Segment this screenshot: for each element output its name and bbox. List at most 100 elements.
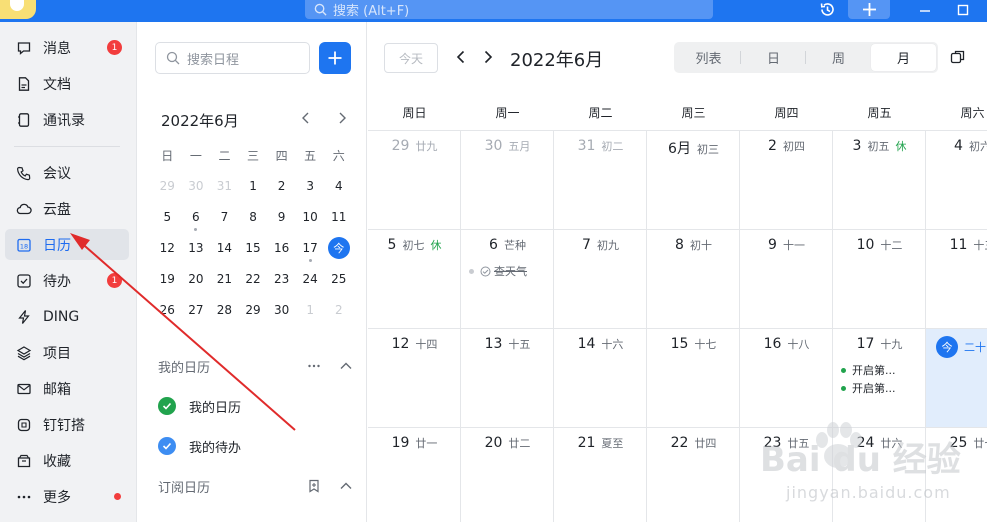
calendar-day-cell[interactable]: 21 夏至 bbox=[554, 428, 647, 522]
new-event-button[interactable] bbox=[319, 42, 351, 74]
calendar-day-cell[interactable]: 6 芒种 查天气 bbox=[461, 230, 554, 329]
calendar-day-cell[interactable]: 4 初六 bbox=[926, 131, 987, 230]
nav-item-favorites[interactable]: 收藏 bbox=[5, 445, 129, 476]
calendar-day-cell[interactable]: 7 初九 bbox=[554, 230, 647, 329]
mini-day[interactable]: 16 bbox=[267, 232, 296, 263]
create-button[interactable] bbox=[848, 0, 890, 19]
chevron-up-icon[interactable] bbox=[339, 479, 353, 493]
calendar-day-cell[interactable]: 今二十 bbox=[926, 329, 987, 428]
calendar-day-cell[interactable]: 13 十五 bbox=[461, 329, 554, 428]
nav-item-meeting[interactable]: 会议 bbox=[5, 157, 129, 188]
mini-day[interactable]: 12 bbox=[153, 232, 182, 263]
mini-day[interactable]: 10 bbox=[296, 201, 325, 232]
calendar-day-cell[interactable]: 15 十七 bbox=[647, 329, 740, 428]
nav-item-mail[interactable]: 邮箱 bbox=[5, 373, 129, 404]
nav-item-more[interactable]: 更多 bbox=[5, 481, 129, 512]
nav-item-ding[interactable]: DING bbox=[5, 301, 129, 332]
tab-month[interactable]: 月 bbox=[871, 44, 936, 71]
subscribed-calendars-header[interactable]: 订阅日历 bbox=[158, 476, 353, 496]
mini-day[interactable]: 17 bbox=[296, 232, 325, 263]
mini-day[interactable]: 25 bbox=[324, 263, 353, 294]
mini-day[interactable]: 5 bbox=[153, 201, 182, 232]
mini-day[interactable]: 6 bbox=[182, 201, 211, 232]
calendar-day-cell[interactable]: 22 廿四 bbox=[647, 428, 740, 522]
calendar-item-mine[interactable]: 我的日历 bbox=[158, 395, 348, 417]
avatar[interactable] bbox=[0, 0, 36, 19]
mini-day[interactable]: 3 bbox=[296, 170, 325, 201]
calendar-item-todo[interactable]: 我的待办 bbox=[158, 435, 348, 457]
nav-item-drive[interactable]: 云盘 bbox=[5, 193, 129, 224]
tab-week[interactable]: 周 bbox=[806, 44, 871, 71]
mini-day[interactable]: 1 bbox=[296, 294, 325, 325]
next-month-icon[interactable] bbox=[480, 49, 496, 65]
event-item[interactable]: 查天气 bbox=[469, 263, 527, 279]
nav-item-contacts[interactable]: 通讯录 bbox=[5, 104, 129, 135]
more-icon[interactable] bbox=[307, 359, 321, 373]
mini-day[interactable]: 14 bbox=[210, 232, 239, 263]
global-search-input[interactable]: 搜索 (Alt+F) bbox=[305, 0, 713, 19]
mini-day[interactable]: 29 bbox=[239, 294, 268, 325]
nav-item-builder[interactable]: 钉钉搭 bbox=[5, 409, 129, 440]
mini-day[interactable]: 9 bbox=[267, 201, 296, 232]
today-button[interactable]: 今天 bbox=[384, 43, 438, 73]
mini-day-today[interactable]: 今 bbox=[324, 232, 353, 263]
calendar-day-cell[interactable]: 8 初十 bbox=[647, 230, 740, 329]
mini-day[interactable]: 4 bbox=[324, 170, 353, 201]
mini-day[interactable]: 2 bbox=[324, 294, 353, 325]
calendar-day-cell[interactable]: 29 廿九 bbox=[368, 131, 461, 230]
calendar-day-cell[interactable]: 12 十四 bbox=[368, 329, 461, 428]
mini-day[interactable]: 13 bbox=[182, 232, 211, 263]
mini-day[interactable]: 29 bbox=[153, 170, 182, 201]
tab-day[interactable]: 日 bbox=[741, 44, 806, 71]
calendar-day-cell[interactable]: 2 初四 bbox=[740, 131, 833, 230]
chevron-up-icon[interactable] bbox=[339, 359, 353, 373]
mini-day[interactable]: 2 bbox=[267, 170, 296, 201]
mini-day[interactable]: 20 bbox=[182, 263, 211, 294]
mini-day[interactable]: 19 bbox=[153, 263, 182, 294]
mini-day[interactable]: 27 bbox=[182, 294, 211, 325]
minimize-button[interactable] bbox=[910, 0, 940, 19]
calendar-day-cell[interactable]: 31 初二 bbox=[554, 131, 647, 230]
calendar-day-cell[interactable]: 30 五月 bbox=[461, 131, 554, 230]
calendar-day-cell[interactable]: 20 廿二 bbox=[461, 428, 554, 522]
mini-day[interactable]: 26 bbox=[153, 294, 182, 325]
my-calendars-header[interactable]: 我的日历 bbox=[158, 356, 353, 376]
calendar-day-cell[interactable]: 9 十一 bbox=[740, 230, 833, 329]
mini-day[interactable]: 30 bbox=[182, 170, 211, 201]
calendar-day-cell[interactable]: 19 廿一 bbox=[368, 428, 461, 522]
mini-day[interactable]: 7 bbox=[210, 201, 239, 232]
checked-icon[interactable] bbox=[158, 437, 176, 455]
history-button[interactable] bbox=[815, 0, 839, 19]
mini-day[interactable]: 23 bbox=[267, 263, 296, 294]
calendar-day-cell[interactable]: 17 十九 开启第... 开启第... bbox=[833, 329, 926, 428]
tab-list[interactable]: 列表 bbox=[676, 44, 741, 71]
mini-next-month-icon[interactable] bbox=[334, 110, 350, 126]
calendar-day-cell[interactable]: 10 十二 bbox=[833, 230, 926, 329]
mini-prev-month-icon[interactable] bbox=[298, 110, 314, 126]
checked-icon[interactable] bbox=[158, 397, 176, 415]
mini-day[interactable]: 28 bbox=[210, 294, 239, 325]
mini-day[interactable]: 8 bbox=[239, 201, 268, 232]
calendar-search-input[interactable]: 搜索日程 bbox=[155, 42, 310, 74]
nav-item-todo[interactable]: 待办 1 bbox=[5, 265, 129, 296]
nav-item-docs[interactable]: 文档 bbox=[5, 68, 129, 99]
popout-window-icon[interactable] bbox=[950, 49, 966, 65]
calendar-day-cell[interactable]: 6月 初三 bbox=[647, 131, 740, 230]
mini-day[interactable]: 30 bbox=[267, 294, 296, 325]
calendar-day-cell[interactable]: 14 十六 bbox=[554, 329, 647, 428]
subscribe-icon[interactable] bbox=[307, 479, 321, 493]
mini-day[interactable]: 1 bbox=[239, 170, 268, 201]
mini-day[interactable]: 31 bbox=[210, 170, 239, 201]
event-item[interactable]: 开启第... bbox=[841, 380, 896, 396]
nav-item-projects[interactable]: 项目 bbox=[5, 337, 129, 368]
calendar-day-cell[interactable]: 3 初五休 bbox=[833, 131, 926, 230]
maximize-button[interactable] bbox=[948, 0, 978, 19]
mini-day[interactable]: 15 bbox=[239, 232, 268, 263]
calendar-day-cell[interactable]: 5 初七休 bbox=[368, 230, 461, 329]
mini-day[interactable]: 21 bbox=[210, 263, 239, 294]
nav-item-calendar[interactable]: 18 日历 bbox=[5, 229, 129, 260]
prev-month-icon[interactable] bbox=[453, 49, 469, 65]
calendar-day-cell[interactable]: 11 十三 bbox=[926, 230, 987, 329]
nav-item-messages[interactable]: 消息 1 bbox=[5, 32, 129, 63]
event-item[interactable]: 开启第... bbox=[841, 362, 896, 378]
